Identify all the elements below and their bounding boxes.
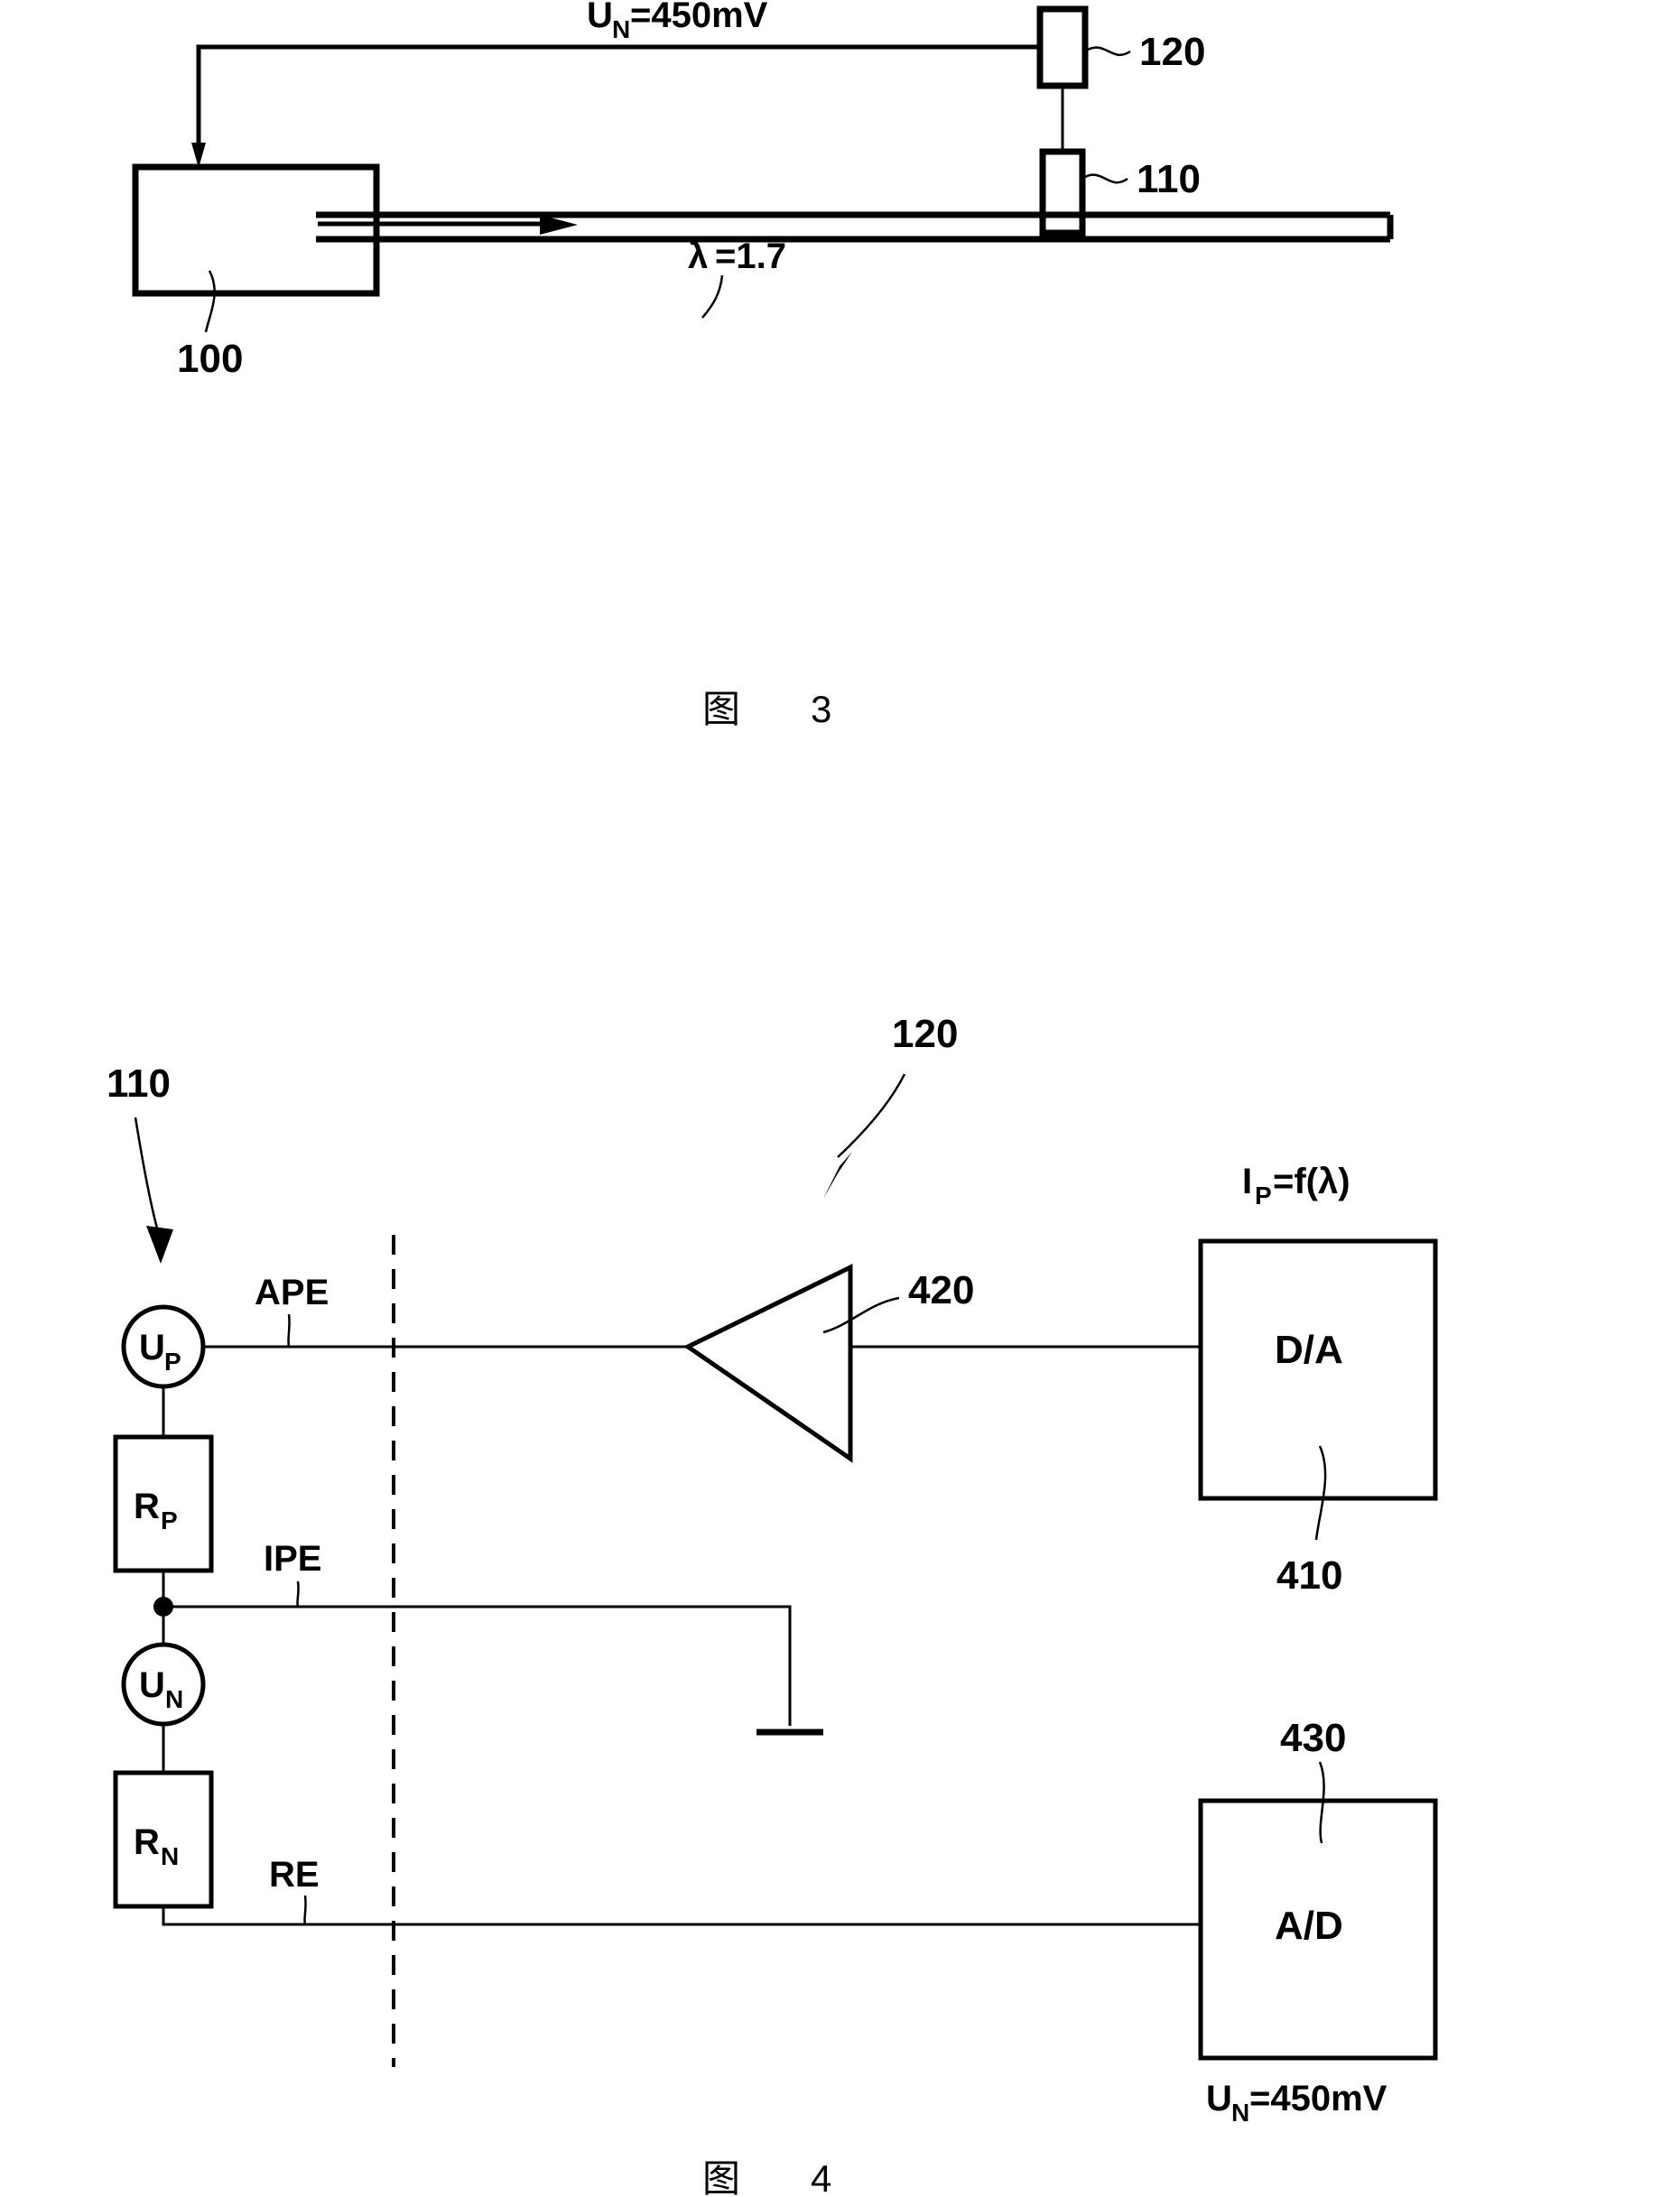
fig4-ip-subscript: P [1255, 1182, 1272, 1210]
fig4-ref-120: 120 [892, 1012, 958, 1056]
fig4-caption-number: 4 [811, 2157, 831, 2197]
fig3-caption-cn: 图 [702, 688, 740, 730]
fig4-da-label: D/A [1275, 1328, 1343, 1372]
fig4-rp-symbol: R [134, 1487, 160, 1526]
fig4-un-annot-subscript: N [1231, 2099, 1249, 2127]
fig4-un-annot-value: =450mV [1249, 2079, 1388, 2118]
fig4-ref-410: 410 [1276, 1553, 1342, 1598]
fig3-un-subscript: N [612, 15, 630, 43]
fig3-ref-120-leader [1087, 46, 1131, 57]
fig4-rn-resistor-box [113, 1770, 214, 1909]
fig4-un-symbol: U [139, 1665, 165, 1705]
fig3-lambda-symbol: λ [688, 236, 708, 276]
figure-3-group: U N =450mV 120 110 100 λ =1.7 图 3 [132, 0, 1394, 730]
figure-4-group: 110 120 U P R P U N R N APE 420 I P =f(λ… [107, 1012, 1438, 2197]
fig4-ip-expression: =f(λ) [1273, 1162, 1350, 1201]
fig4-re-label: RE [269, 1855, 320, 1895]
fig3-sensor-element-box [1039, 148, 1086, 236]
figure-3-and-4-drawing: U N =450mV 120 110 100 λ =1.7 图 3 110 12… [107, 0, 1438, 2197]
fig4-ipe-line-to-ground [163, 1605, 792, 1726]
fig4-un-subscript: N [165, 1685, 183, 1713]
fig3-wire-120-to-control-unit [196, 44, 1040, 144]
fig3-lambda-label: λ =1.7 [688, 236, 786, 276]
fig3-evaluation-unit-box [1036, 5, 1089, 89]
fig4-rn-subscript: N [161, 1842, 179, 1870]
fig4-ipe-label: IPE [264, 1539, 321, 1579]
fig4-ref-110: 110 [107, 1061, 171, 1106]
fig3-lambda-value: =1.7 [715, 236, 786, 276]
fig3-ref-110: 110 [1137, 157, 1201, 201]
fig4-up-subscript: P [164, 1348, 181, 1376]
fig4-un-annot-symbol: U [1206, 2079, 1232, 2118]
fig4-ref-420: 420 [908, 1268, 974, 1312]
fig4-ref-120-leader [837, 1073, 906, 1158]
fig3-nernst-voltage-label: U N =450mV [587, 0, 768, 43]
fig3-un-symbol: U [587, 0, 613, 35]
fig4-ipe-leader [296, 1581, 300, 1608]
patent-drawing-sheet: U N =450mV 120 110 100 λ =1.7 图 3 110 12… [0, 0, 1680, 2197]
fig3-caption-number: 3 [811, 688, 831, 730]
fig3-ref-100: 100 [177, 337, 243, 381]
fig4-ref-110-leader [134, 1117, 161, 1236]
fig3-lambda-leader [701, 274, 724, 319]
fig4-amplifier-triangle [683, 1263, 853, 1463]
fig4-nernst-voltage-annotation: U N =450mV [1206, 2079, 1388, 2127]
fig4-rn-symbol: R [134, 1822, 160, 1862]
fig3-ref-110-leader [1084, 173, 1128, 184]
fig4-re-line-to-ad [162, 1906, 1201, 1926]
fig4-ape-label: APE [255, 1273, 329, 1312]
fig4-ref-430: 430 [1280, 1716, 1346, 1760]
fig4-ad-label: A/D [1275, 1904, 1343, 1948]
fig3-ref-120: 120 [1139, 30, 1205, 74]
fig3-un-value: =450mV [630, 0, 768, 35]
fig4-pump-current-annotation: I P =f(λ) [1242, 1162, 1350, 1210]
fig3-control-unit-box [132, 163, 380, 297]
fig4-ref-120-arrowhead [823, 1152, 852, 1199]
fig4-ape-leader [287, 1313, 291, 1348]
fig4-ref-110-arrowhead [146, 1226, 173, 1264]
fig4-rp-subscript: P [161, 1506, 178, 1534]
fig4-rp-resistor-box [113, 1434, 214, 1573]
fig4-caption-cn: 图 [702, 2157, 740, 2197]
fig4-ip-symbol: I [1242, 1162, 1252, 1201]
fig4-re-leader [303, 1895, 307, 1925]
fig4-up-symbol: U [139, 1328, 165, 1367]
